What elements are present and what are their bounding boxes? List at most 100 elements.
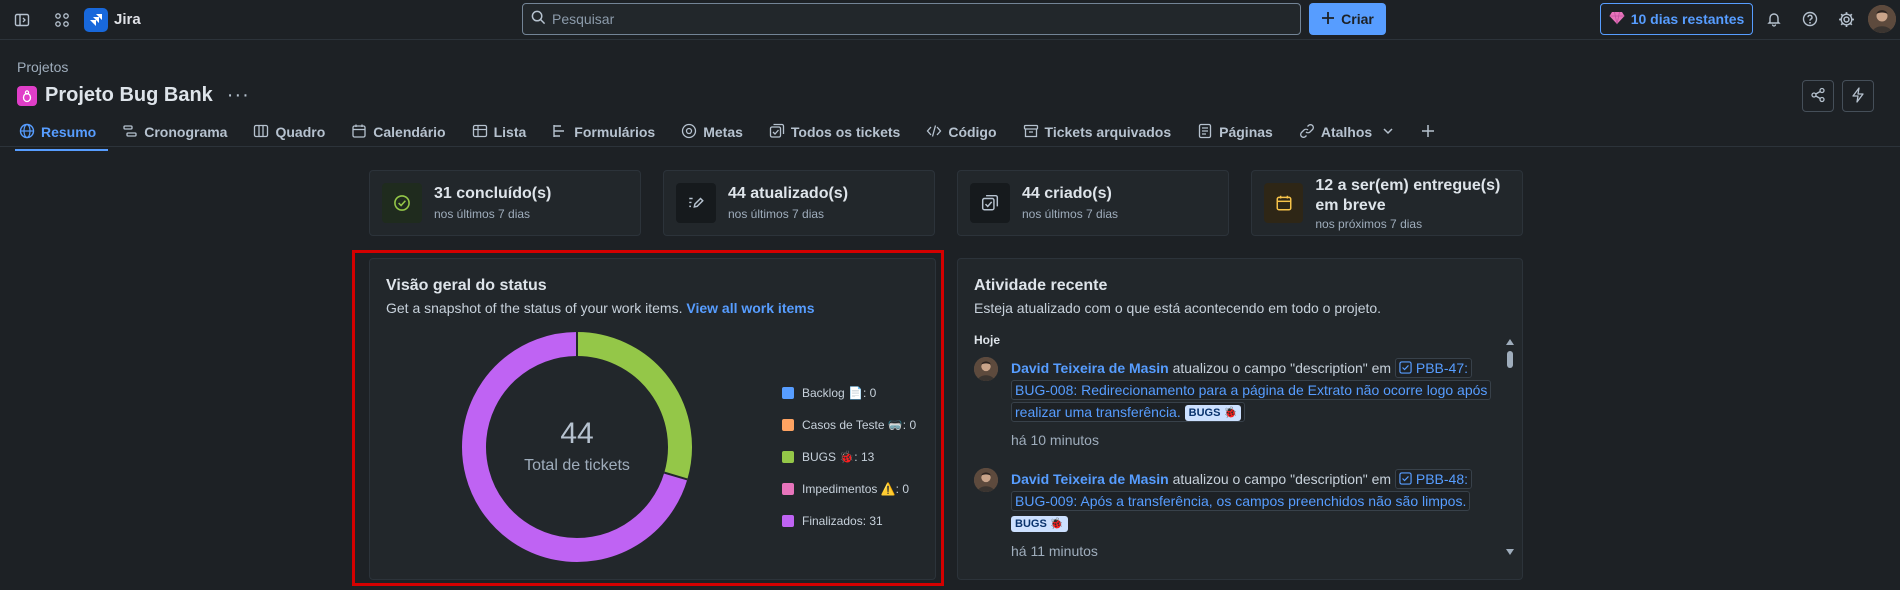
create-button[interactable]: Criar — [1309, 3, 1386, 35]
create-icon — [970, 183, 1010, 223]
activity-item: David Teixeira de Masin atualizou o camp… — [974, 357, 1492, 451]
calendar-icon — [351, 123, 367, 142]
goals-icon — [681, 123, 697, 142]
edit-icon — [676, 183, 716, 223]
project-title: Projeto Bug Bank ··· — [17, 84, 250, 107]
top-navigation-bar: Jira Criar 10 dias restantes — [0, 0, 1900, 40]
add-tab-button[interactable] — [1416, 117, 1440, 147]
share-button[interactable] — [1802, 80, 1834, 112]
tab-atalhos[interactable]: Atalhos — [1295, 117, 1406, 147]
stat-subtitle: nos últimos 7 dias — [728, 207, 825, 221]
forms-icon — [552, 123, 568, 142]
status-badge: BUGS 🐞 — [1184, 405, 1242, 422]
tab-label: Lista — [493, 124, 527, 140]
highlight-box — [352, 250, 944, 586]
diamond-icon — [1609, 11, 1625, 28]
activity-subtitle: Esteja atualizado com o que está acontec… — [974, 300, 1382, 316]
activity-title: Atividade recente — [974, 277, 1108, 294]
plus-icon — [1321, 11, 1335, 28]
plus-icon — [1420, 123, 1436, 142]
project-tabs: Resumo Cronograma Quadro Calendário List… — [15, 117, 1450, 151]
globe-icon — [19, 123, 35, 142]
search-input[interactable] — [552, 11, 1252, 27]
search-box[interactable] — [522, 3, 1301, 35]
tickets-icon — [769, 123, 785, 142]
app-switcher-icon[interactable] — [48, 6, 76, 34]
tab-todos-os-tickets[interactable]: Todos os tickets — [765, 117, 912, 147]
tab-tickets-arquivados[interactable]: Tickets arquivados — [1019, 117, 1184, 147]
trial-days-label: 10 dias restantes — [1630, 11, 1745, 27]
stat-title: 44 atualizado(s) — [728, 185, 849, 202]
help-icon[interactable] — [1796, 5, 1824, 33]
tab-resumo[interactable]: Resumo — [15, 117, 109, 151]
list-icon — [472, 123, 488, 142]
project-bug-icon[interactable] — [17, 85, 37, 106]
lightning-icon — [1851, 86, 1865, 106]
status-badge: BUGS 🐞 — [1011, 516, 1068, 533]
stat-card-completed[interactable]: 31 concluído(s) nos últimos 7 dias — [369, 170, 641, 236]
create-button-label: Criar — [1341, 11, 1374, 27]
tab-label: Metas — [703, 124, 743, 140]
activity-timestamp: há 10 minutos — [1011, 432, 1099, 448]
code-icon — [926, 123, 942, 142]
project-name: Projeto Bug Bank — [45, 84, 213, 106]
tab-metas[interactable]: Metas — [677, 117, 755, 147]
tab-lista[interactable]: Lista — [468, 117, 539, 147]
avatar[interactable] — [974, 357, 998, 381]
tab-label: Quadro — [275, 124, 326, 140]
stat-card-due-soon[interactable]: 12 a ser(em) entregue(s) em breve nos pr… — [1251, 170, 1523, 236]
share-icon — [1810, 87, 1826, 106]
settings-gear-icon[interactable] — [1832, 5, 1860, 33]
trial-days-button[interactable]: 10 dias restantes — [1600, 3, 1753, 35]
activity-item: David Teixeira de Masin atualizou o camp… — [974, 468, 1489, 562]
stat-subtitle: nos últimos 7 dias — [434, 207, 531, 221]
breadcrumb[interactable]: Projetos — [17, 59, 68, 75]
stat-subtitle: nos próximos 7 dias — [1315, 216, 1423, 231]
tab-paginas[interactable]: Páginas — [1193, 117, 1285, 147]
stat-subtitle: nos últimos 7 dias — [1022, 207, 1119, 221]
activity-action: atualizou o campo "description" em — [1172, 471, 1392, 487]
tab-label: Calendário — [373, 124, 446, 140]
tab-label: Cronograma — [144, 124, 228, 140]
board-icon — [253, 123, 269, 142]
stat-card-updated[interactable]: 44 atualizado(s) nos últimos 7 dias — [663, 170, 935, 236]
tab-label: Tickets arquivados — [1044, 124, 1172, 140]
tab-calendario[interactable]: Calendário — [347, 117, 457, 147]
stat-title: 44 criado(s) — [1022, 185, 1112, 202]
tab-label: Código — [948, 124, 997, 140]
activity-scrollbar[interactable] — [1504, 335, 1516, 559]
activity-text: David Teixeira de Masin atualizou o camp… — [1011, 468, 1489, 562]
tab-label: Todos os tickets — [790, 124, 901, 140]
more-actions-icon[interactable]: ··· — [227, 84, 250, 107]
activity-group-label: Hoje — [974, 333, 1001, 347]
tab-codigo[interactable]: Código — [922, 117, 1008, 147]
tab-formularios[interactable]: Formulários — [548, 117, 667, 147]
automation-button[interactable] — [1842, 80, 1874, 112]
jira-logo-icon — [84, 7, 108, 32]
user-avatar[interactable] — [1868, 5, 1896, 33]
link-icon — [1299, 123, 1315, 142]
notifications-icon[interactable] — [1760, 5, 1788, 33]
stat-title: 31 concluído(s) — [434, 185, 552, 202]
app-name: Jira — [114, 11, 141, 28]
jira-logo[interactable]: Jira — [84, 7, 141, 32]
tab-label: Atalhos — [1320, 124, 1373, 140]
activity-user-link[interactable]: David Teixeira de Masin — [1011, 471, 1169, 487]
tab-label: Formulários — [574, 124, 656, 140]
tab-label: Resumo — [41, 124, 97, 140]
tab-quadro[interactable]: Quadro — [249, 117, 337, 147]
stat-card-created[interactable]: 44 criado(s) nos últimos 7 dias — [957, 170, 1229, 236]
recent-activity-panel: Atividade recente Esteja atualizado com … — [957, 258, 1523, 580]
task-checkbox-icon — [1399, 360, 1412, 376]
tab-label: Páginas — [1219, 124, 1273, 140]
task-checkbox-icon — [1399, 471, 1412, 487]
search-icon — [531, 10, 546, 28]
tab-cronograma[interactable]: Cronograma — [118, 117, 239, 147]
activity-user-link[interactable]: David Teixeira de Masin — [1011, 360, 1169, 376]
stat-title: 12 a ser(em) entregue(s) em breve — [1315, 176, 1501, 214]
avatar[interactable] — [974, 468, 998, 492]
activity-text: David Teixeira de Masin atualizou o camp… — [1011, 357, 1492, 451]
sidebar-toggle-icon[interactable] — [8, 6, 36, 34]
pages-icon — [1197, 123, 1213, 142]
archive-icon — [1023, 123, 1039, 142]
